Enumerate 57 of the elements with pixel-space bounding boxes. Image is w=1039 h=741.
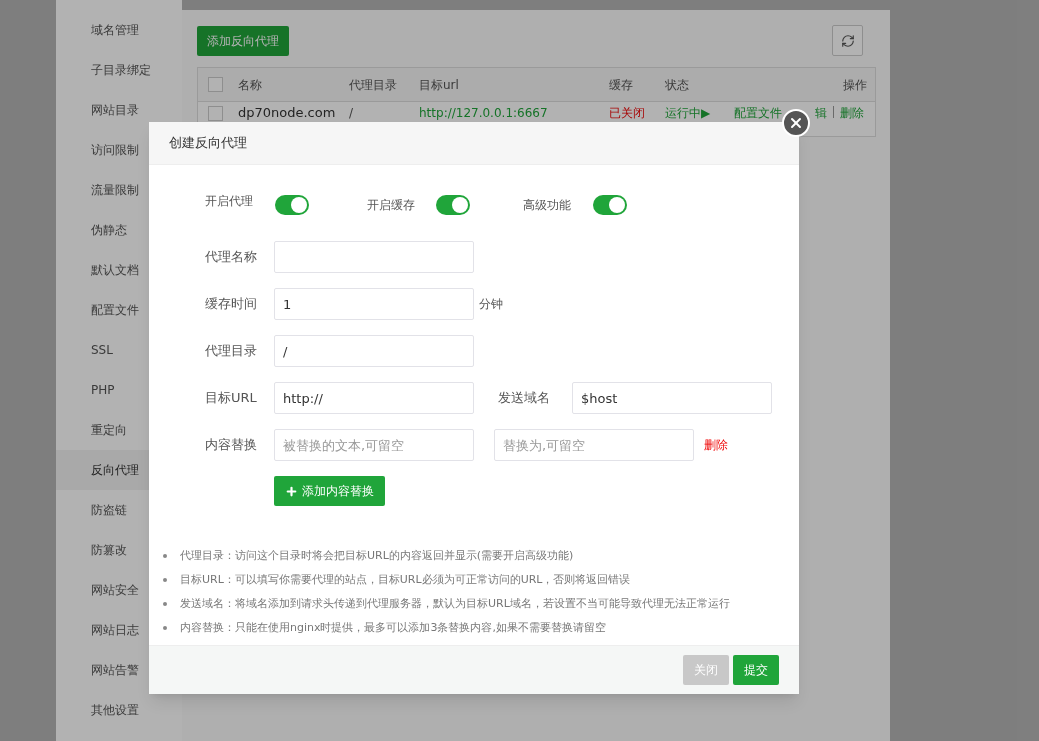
input-field[interactable] (274, 241, 474, 273)
plus-icon (285, 484, 298, 498)
switch-label: 开启缓存 (367, 197, 416, 214)
switch-label: 高级功能 (523, 197, 572, 214)
column-header: 状态 (665, 76, 690, 94)
field-label: 代理名称 (205, 248, 258, 267)
table-cell-text: dp70node.com (238, 106, 337, 120)
column-header: 缓存 (609, 76, 634, 94)
input-field[interactable]: 替换为,可留空 (494, 429, 694, 461)
close-icon (788, 115, 804, 131)
delete-link[interactable]: 删除 (704, 436, 728, 454)
cache-status[interactable]: 已关闭 (609, 106, 665, 120)
toggle-switch[interactable] (593, 195, 627, 215)
refresh-icon (840, 33, 855, 48)
add-replace-button[interactable]: 添加内容替换 (274, 476, 385, 506)
field-label: 缓存时间 (205, 295, 258, 314)
bullet-icon (163, 602, 167, 606)
field-label: 内容替换 (205, 436, 258, 455)
sidebar-item[interactable]: 网站目录 (56, 90, 182, 130)
bullet-icon (163, 554, 167, 558)
run-status[interactable]: 运行中▶ (665, 106, 734, 120)
url-link[interactable]: http://127.0.0.1:6667 (419, 106, 609, 120)
input-field[interactable]: $host (572, 382, 772, 414)
column-header: 目标url (419, 76, 460, 94)
note-text: 代理目录：访问这个目录时将会把目标URL的内容返回并显示(需要开启高级功能) (180, 547, 574, 564)
field-label: 发送域名 (498, 389, 551, 408)
sidebar-item[interactable]: 其他设置 (56, 690, 182, 730)
input-field[interactable]: 被替换的文本,可留空 (274, 429, 474, 461)
sidebar-item[interactable]: 子目录绑定 (56, 50, 182, 90)
action-link[interactable]: 辑 (815, 106, 827, 120)
field-label: 代理目录 (205, 342, 258, 361)
note-text: 目标URL：可以填写你需要代理的站点，目标URL必须为可正常访问的URL，否则将返回错误 (180, 571, 631, 588)
dialog-title: 创建反向代理 (169, 134, 247, 153)
note-text: 内容替换：只能在使用nginx时提供，最多可以添加3条替换内容,如果不需要替换请留空 (180, 619, 606, 636)
toggle-switch[interactable] (436, 195, 470, 215)
column-header: 名称 (238, 76, 263, 94)
input-field[interactable]: / (274, 335, 474, 367)
field-label: 目标URL (205, 389, 258, 408)
unit-label: 分钟 (479, 296, 503, 313)
checkbox[interactable] (208, 77, 223, 92)
add-proxy-button[interactable]: 添加反向代理 (197, 25, 289, 56)
checkbox[interactable] (208, 106, 223, 121)
input-field[interactable]: 1 (274, 288, 474, 320)
bullet-icon (163, 626, 167, 630)
column-header: 代理目录 (349, 76, 398, 94)
switch-label: 开启代理 (205, 193, 254, 210)
sidebar-item[interactable]: 域名管理 (56, 10, 182, 50)
action-link[interactable]: 删除 (840, 106, 864, 120)
column-header: 操作 (843, 76, 867, 94)
note-text: 发送域名：将域名添加到请求头传递到代理服务器，默认为目标URL域名，若设置不当可能导致代理无法正常运行 (180, 595, 730, 612)
dialog-button[interactable]: 提交 (733, 655, 779, 685)
refresh-button[interactable] (832, 25, 863, 56)
table-cell-text: / (349, 106, 355, 120)
bullet-icon (163, 578, 167, 582)
action-link[interactable]: 配置文件 (734, 106, 782, 120)
toggle-switch[interactable] (275, 195, 309, 215)
input-field[interactable]: http:// (274, 382, 474, 414)
